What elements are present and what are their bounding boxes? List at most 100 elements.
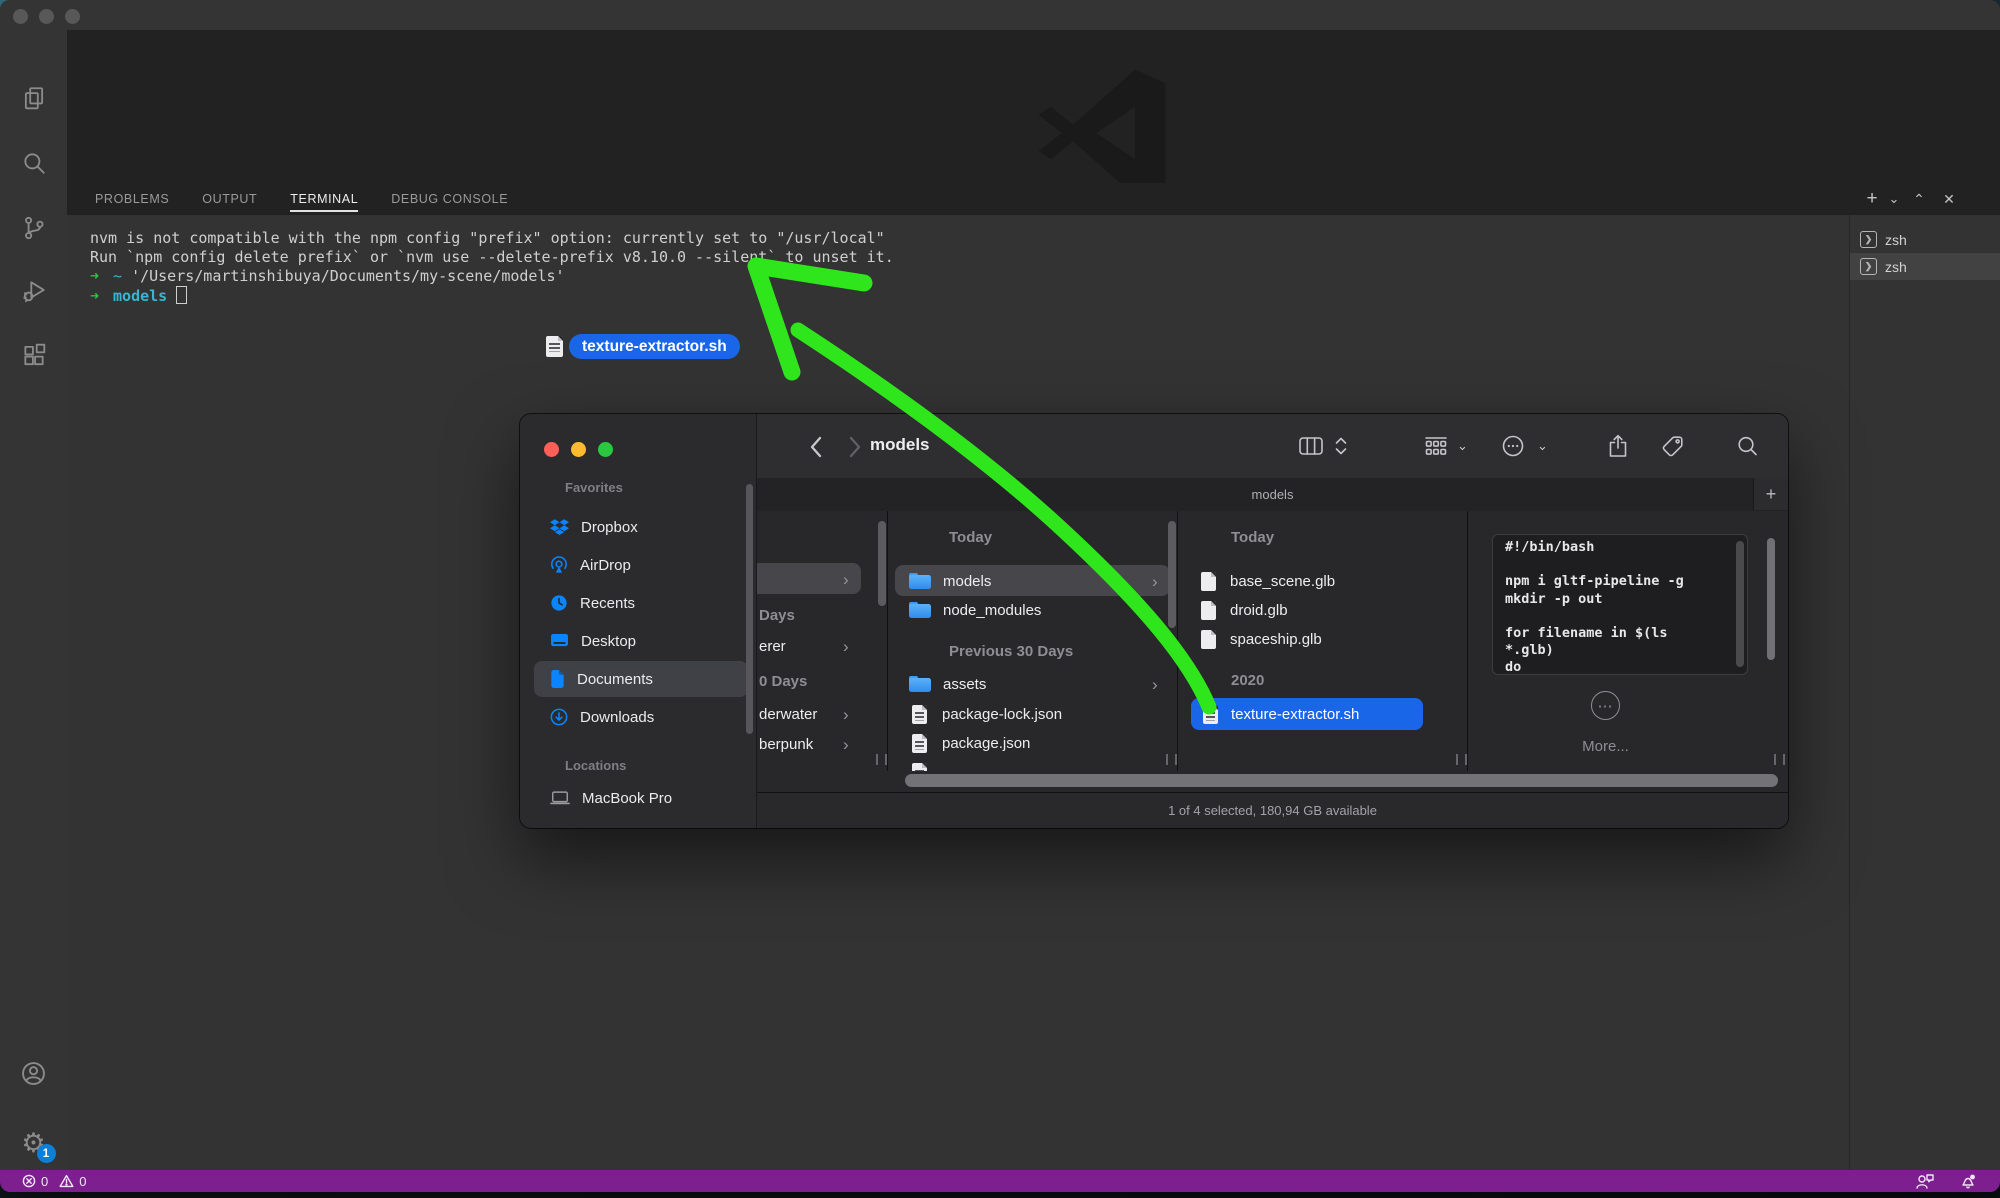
terminal-cursor <box>176 286 187 304</box>
feedback-icon[interactable] <box>1916 1173 1934 1189</box>
file-row-texture-extractor[interactable]: texture-extractor.sh <box>1203 699 1359 729</box>
horizontal-scrollbar[interactable] <box>905 774 1778 787</box>
error-count: 0 <box>41 1174 48 1189</box>
vscode-titlebar[interactable] <box>0 0 2000 30</box>
terminal-dropdown-icon[interactable]: ⌄ <box>1886 186 1902 212</box>
finder-window: Favorites Dropbox AirDrop Recents Deskto… <box>520 414 1788 828</box>
extensions-icon[interactable] <box>19 340 49 370</box>
chevron-right-icon: › <box>843 706 849 723</box>
file-row-spaceship[interactable]: spaceship.glb <box>1201 624 1322 654</box>
sidebar-item-recents[interactable]: Recents <box>534 585 748 621</box>
column-view-icon[interactable] <box>1299 437 1323 456</box>
source-control-icon[interactable] <box>19 213 49 243</box>
chevron-right-icon: › <box>843 638 849 655</box>
tags-icon[interactable] <box>1662 435 1684 457</box>
minimize-traffic-light[interactable] <box>39 9 54 24</box>
group-header: Today <box>949 528 992 548</box>
column-resize-handle[interactable] <box>876 754 887 765</box>
group-header: Days <box>759 606 795 626</box>
folder-icon <box>909 676 931 692</box>
column-resize-handle[interactable] <box>1774 754 1785 765</box>
sidebar-item-downloads[interactable]: Downloads <box>534 699 748 735</box>
folder-row-node-modules[interactable]: node_modules <box>909 595 1041 625</box>
group-header: 0 Days <box>759 672 807 692</box>
tab-output[interactable]: OUTPUT <box>202 183 257 215</box>
notifications-bell-icon[interactable] <box>1960 1173 1976 1190</box>
account-icon[interactable] <box>19 1058 49 1088</box>
preview-more[interactable]: ⋯ More... <box>1468 691 1743 755</box>
tab-problems[interactable]: PROBLEMS <box>95 183 169 215</box>
tab-debug-console[interactable]: DEBUG CONSOLE <box>391 183 508 215</box>
group-by-icon[interactable] <box>1425 437 1447 456</box>
tab-terminal[interactable]: TERMINAL <box>290 183 358 215</box>
sidebar-item-dropbox[interactable]: Dropbox <box>534 509 748 545</box>
vscode-logo-watermark <box>1029 64 1175 202</box>
panel-splitter[interactable] <box>1849 215 1850 1170</box>
script-preview: #!/bin/bash npm i gltf-pipeline -g mkdir… <box>1492 534 1748 675</box>
new-terminal-icon[interactable]: + <box>1862 186 1882 212</box>
file-row-package-json[interactable]: package.json <box>912 728 1030 758</box>
preview-scrollbar[interactable] <box>1736 541 1744 667</box>
more-options-icon[interactable] <box>1502 435 1524 457</box>
file-row-partial[interactable] <box>912 757 927 771</box>
search-icon[interactable] <box>19 148 49 178</box>
folder-row[interactable]: derwater <box>759 699 817 729</box>
column-scrollbar[interactable] <box>1767 538 1775 660</box>
finder-search-icon[interactable] <box>1737 436 1758 457</box>
folder-row-models[interactable]: models <box>909 566 991 596</box>
new-tab-button[interactable]: + <box>1753 478 1788 510</box>
finder-status-bar: 1 of 4 selected, 180,94 GB available <box>757 792 1788 828</box>
file-row-package-lock[interactable]: package-lock.json <box>912 699 1062 729</box>
editor-area[interactable] <box>67 30 2000 183</box>
terminal-icon: ❯ <box>1860 231 1877 248</box>
chevron-right-icon: › <box>1152 573 1158 590</box>
finder-close-traffic-light[interactable] <box>544 442 559 457</box>
back-icon[interactable] <box>809 436 822 458</box>
column-resize-handle[interactable] <box>1166 754 1177 765</box>
finder-column-1: › Days erer › 0 Days derwater › berpunk … <box>757 511 887 771</box>
desktop-icon <box>550 633 569 649</box>
maximize-panel-icon[interactable]: ⌃ <box>1906 186 1932 212</box>
terminal-list-item[interactable]: ❯ zsh <box>1850 226 2000 253</box>
zoom-traffic-light[interactable] <box>65 9 80 24</box>
run-debug-icon[interactable] <box>19 276 49 306</box>
sidebar-item-macbook-pro[interactable]: MacBook Pro <box>534 780 748 816</box>
finder-tab-models[interactable]: models <box>1252 487 1294 502</box>
more-ellipsis-icon: ⋯ <box>1591 691 1620 720</box>
column-scrollbar[interactable] <box>878 521 886 606</box>
close-traffic-light[interactable] <box>13 9 28 24</box>
folder-row[interactable]: berpunk <box>759 729 813 759</box>
file-row-base-scene[interactable]: base_scene.glb <box>1201 566 1335 596</box>
sidebar-item-desktop[interactable]: Desktop <box>534 623 748 659</box>
share-icon[interactable] <box>1609 435 1627 458</box>
folder-row[interactable]: erer <box>759 631 786 661</box>
dragged-file-chip[interactable]: texture-extractor.sh <box>546 334 740 359</box>
terminal-list-item-active[interactable]: ❯ zsh <box>1850 253 2000 280</box>
shell-script-file-icon <box>1203 705 1218 724</box>
explorer-icon[interactable] <box>19 83 49 113</box>
chevron-right-icon: › <box>1152 676 1158 693</box>
folder-row-assets[interactable]: assets <box>909 669 986 699</box>
sidebar-item-documents[interactable]: Documents <box>534 661 748 697</box>
view-stepper-icon[interactable] <box>1335 436 1347 456</box>
file-row-droid[interactable]: droid.glb <box>1201 595 1288 625</box>
problems-status[interactable]: 0 0 <box>22 1174 86 1189</box>
finder-columns: › Days erer › 0 Days derwater › berpunk … <box>757 511 1788 771</box>
finder-main: models ⌄ ⌄ <box>757 414 1788 828</box>
selection-summary: 1 of 4 selected, 180,94 GB available <box>1168 803 1377 818</box>
error-icon <box>22 1174 36 1188</box>
forward-icon[interactable] <box>849 436 862 458</box>
finder-zoom-traffic-light[interactable] <box>598 442 613 457</box>
close-panel-icon[interactable]: ✕ <box>1936 186 1962 212</box>
finder-minimize-traffic-light[interactable] <box>571 442 586 457</box>
dragged-file-name: texture-extractor.sh <box>569 334 740 359</box>
settings-badge: 1 <box>37 1144 56 1163</box>
column-scrollbar[interactable] <box>1168 521 1176 628</box>
sidebar-item-airdrop[interactable]: AirDrop <box>534 547 748 583</box>
settings-gear-icon[interactable]: ⚙ 1 <box>19 1128 49 1158</box>
favorites-section-title: Favorites <box>565 480 623 495</box>
group-header: 2020 <box>1231 671 1264 691</box>
sidebar-scrollbar[interactable] <box>746 484 753 734</box>
column-resize-handle[interactable] <box>1456 754 1467 765</box>
terminal-icon: ❯ <box>1860 258 1877 275</box>
